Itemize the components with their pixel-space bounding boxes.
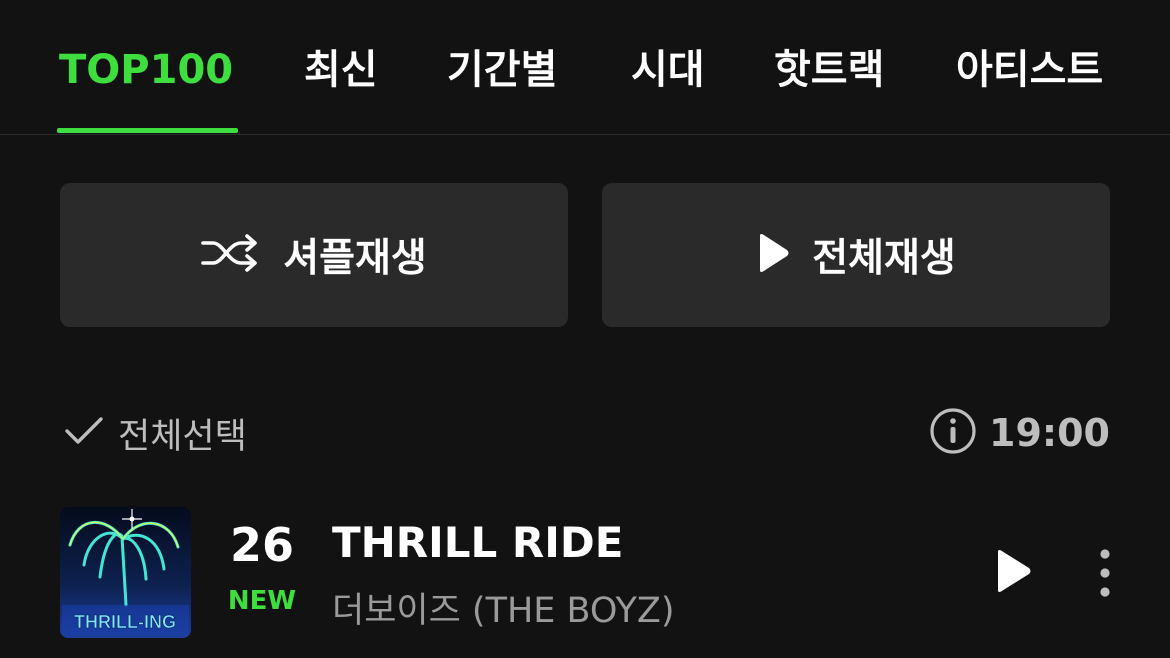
shuffle-play-button[interactable]: 셔플재생	[60, 183, 568, 327]
play-all-button-content: 전체재생	[602, 183, 1110, 327]
update-time-label: 19:00	[989, 411, 1110, 455]
album-art-lettering: THRILL-ING	[74, 612, 176, 632]
shuffle-play-label: 셔플재생	[283, 236, 427, 281]
select-all-toggle[interactable]: 전체선택	[64, 408, 247, 458]
play-all-button[interactable]: 전체재생	[602, 183, 1110, 327]
tab-top100[interactable]: TOP100	[59, 40, 233, 100]
play-icon	[998, 550, 1031, 592]
chart-update-time: 19:00	[929, 408, 1110, 458]
active-tab-indicator	[57, 128, 238, 133]
shuffle-play-button-content: 셔플재생	[60, 183, 568, 327]
more-vertical-icon	[1100, 549, 1110, 597]
play-icon	[756, 232, 790, 278]
tab-by-period[interactable]: 기간별	[447, 40, 557, 100]
song-title: THRILL RIDE	[332, 518, 624, 567]
tab-hot-track[interactable]: 핫트랙	[774, 40, 884, 100]
check-icon	[64, 416, 104, 450]
shuffle-icon	[201, 233, 261, 277]
tab-latest[interactable]: 최신	[304, 40, 378, 100]
info-icon[interactable]	[929, 407, 977, 459]
tab-artist[interactable]: 아티스트	[956, 40, 1103, 100]
tab-era[interactable]: 시대	[631, 40, 705, 100]
select-all-label: 전체선택	[118, 416, 247, 457]
song-more-button[interactable]	[1090, 546, 1120, 600]
song-rank: 26	[229, 518, 294, 572]
song-artist[interactable]: 더보이즈 (THE BOYZ)	[332, 582, 675, 633]
chart-tab-bar: TOP100 최신 기간별 시대 핫트랙 아티스트	[0, 0, 1170, 135]
song-play-button[interactable]	[988, 546, 1038, 596]
song-row[interactable]: THRILL-ING 26 NEW THRILL RIDE 더보이즈 (THE …	[0, 500, 1170, 650]
rank-change-badge: NEW	[227, 586, 297, 616]
play-all-label: 전체재생	[812, 236, 956, 281]
album-art: THRILL-ING	[60, 507, 191, 638]
